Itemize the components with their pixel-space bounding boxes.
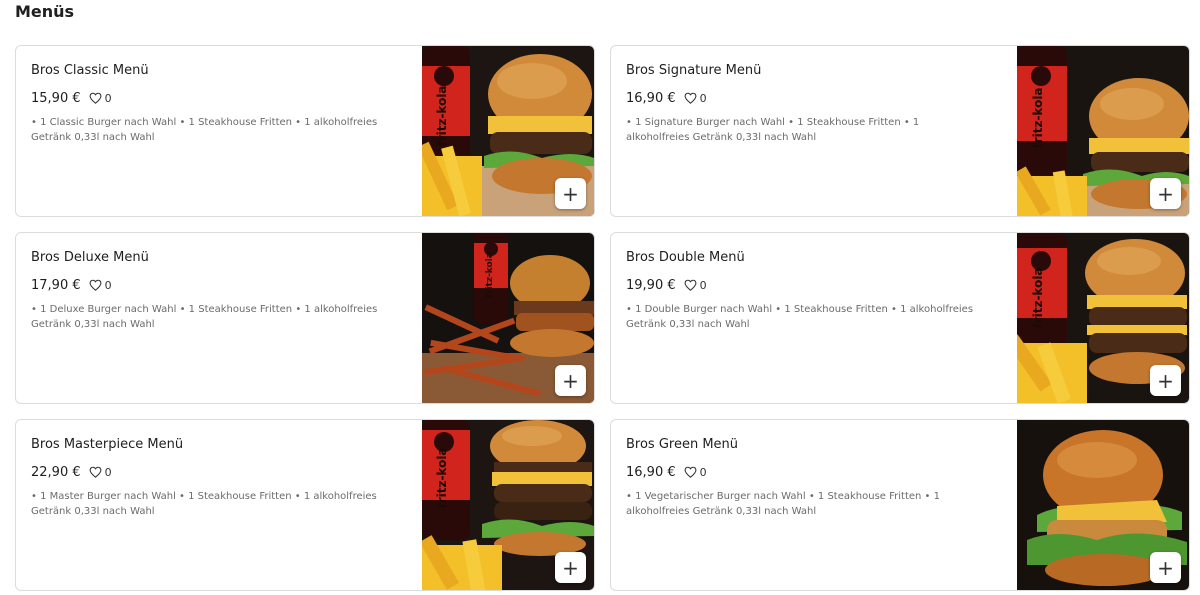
add-button[interactable]: +: [555, 552, 586, 583]
plus-icon: +: [562, 181, 579, 206]
favorite-button[interactable]: 0: [89, 279, 112, 292]
menu-card-double[interactable]: Bros Double Menü 19,90 € 0 • 1 Double Bu…: [610, 232, 1190, 404]
favorite-count: 0: [699, 465, 707, 479]
menu-description: • 1 Master Burger nach Wahl • 1 Steakhou…: [31, 491, 377, 517]
menu-price: 16,90 €: [626, 464, 676, 480]
add-button[interactable]: +: [1150, 178, 1181, 209]
menu-name: Bros Double Menü: [626, 250, 745, 265]
heart-outline-icon: [684, 466, 697, 478]
add-button[interactable]: +: [555, 365, 586, 396]
price-row: 22,90 € 0: [31, 463, 381, 481]
menu-price: 15,90 €: [31, 90, 81, 106]
menu-name: Bros Signature Menü: [626, 63, 762, 78]
svg-text:fritz-kola: fritz-kola: [435, 447, 449, 508]
plus-icon: +: [562, 555, 579, 580]
menu-name: Bros Green Menü: [626, 437, 739, 452]
add-button[interactable]: +: [1150, 552, 1181, 583]
menu-name: Bros Classic Menü: [31, 63, 149, 78]
svg-text:fritz-kola: fritz-kola: [1031, 87, 1045, 148]
menu-price: 17,90 €: [31, 277, 81, 293]
menu-description: • 1 Classic Burger nach Wahl • 1 Steakho…: [31, 117, 378, 143]
price-row: 17,90 € 0: [31, 276, 381, 294]
favorite-button[interactable]: 0: [89, 92, 112, 105]
menu-card-info: Bros Green Menü 16,90 € 0 • 1 Vegetarisc…: [626, 437, 976, 519]
heart-outline-icon: [89, 92, 102, 104]
heart-outline-icon: [89, 466, 102, 478]
menu-description: • 1 Deluxe Burger nach Wahl • 1 Steakhou…: [31, 304, 378, 330]
menu-name: Bros Deluxe Menü: [31, 250, 149, 265]
menu-card-info: Bros Deluxe Menü 17,90 € 0 • 1 Deluxe Bu…: [31, 250, 381, 332]
plus-icon: +: [1157, 181, 1174, 206]
price-row: 16,90 € 0: [626, 89, 976, 107]
price-row: 15,90 € 0: [31, 89, 381, 107]
heart-outline-icon: [684, 92, 697, 104]
favorite-button[interactable]: 0: [684, 466, 707, 479]
heart-outline-icon: [684, 279, 697, 291]
section-title: Menüs: [15, 2, 75, 21]
plus-icon: +: [1157, 555, 1174, 580]
price-row: 19,90 € 0: [626, 276, 976, 294]
favorite-count: 0: [104, 91, 112, 105]
menu-price: 22,90 €: [31, 464, 81, 480]
plus-icon: +: [562, 368, 579, 393]
menu-card-info: Bros Masterpiece Menü 22,90 € 0 • 1 Mast…: [31, 437, 381, 519]
menu-description: • 1 Signature Burger nach Wahl • 1 Steak…: [626, 117, 920, 143]
price-row: 16,90 € 0: [626, 463, 976, 481]
favorite-count: 0: [104, 278, 112, 292]
svg-text:fritz-kola: fritz-kola: [1031, 267, 1045, 328]
menu-card-info: Bros Signature Menü 16,90 € 0 • 1 Signat…: [626, 63, 976, 145]
menu-card-signature[interactable]: Bros Signature Menü 16,90 € 0 • 1 Signat…: [610, 45, 1190, 217]
svg-text:fritz-kola: fritz-kola: [485, 252, 495, 298]
favorite-button[interactable]: 0: [684, 92, 707, 105]
menu-card-deluxe[interactable]: Bros Deluxe Menü 17,90 € 0 • 1 Deluxe Bu…: [15, 232, 595, 404]
menu-grid: Bros Classic Menü 15,90 € 0 • 1 Classic …: [15, 45, 1190, 591]
favorite-count: 0: [699, 278, 707, 292]
svg-text:fritz-kola: fritz-kola: [435, 85, 449, 146]
menu-name: Bros Masterpiece Menü: [31, 437, 184, 452]
favorite-count: 0: [104, 465, 112, 479]
menu-price: 19,90 €: [626, 277, 676, 293]
favorite-button[interactable]: 0: [89, 466, 112, 479]
menu-price: 16,90 €: [626, 90, 676, 106]
menu-description: • 1 Vegetarischer Burger nach Wahl • 1 S…: [626, 491, 940, 517]
menu-card-green[interactable]: Bros Green Menü 16,90 € 0 • 1 Vegetarisc…: [610, 419, 1190, 591]
heart-outline-icon: [89, 279, 102, 291]
menu-card-info: Bros Classic Menü 15,90 € 0 • 1 Classic …: [31, 63, 381, 145]
menu-card-masterpiece[interactable]: Bros Masterpiece Menü 22,90 € 0 • 1 Mast…: [15, 419, 595, 591]
menu-card-info: Bros Double Menü 19,90 € 0 • 1 Double Bu…: [626, 250, 976, 332]
add-button[interactable]: +: [1150, 365, 1181, 396]
plus-icon: +: [1157, 368, 1174, 393]
add-button[interactable]: +: [555, 178, 586, 209]
favorite-button[interactable]: 0: [684, 279, 707, 292]
menu-description: • 1 Double Burger nach Wahl • 1 Steakhou…: [626, 304, 974, 330]
menu-card-classic[interactable]: Bros Classic Menü 15,90 € 0 • 1 Classic …: [15, 45, 595, 217]
favorite-count: 0: [699, 91, 707, 105]
